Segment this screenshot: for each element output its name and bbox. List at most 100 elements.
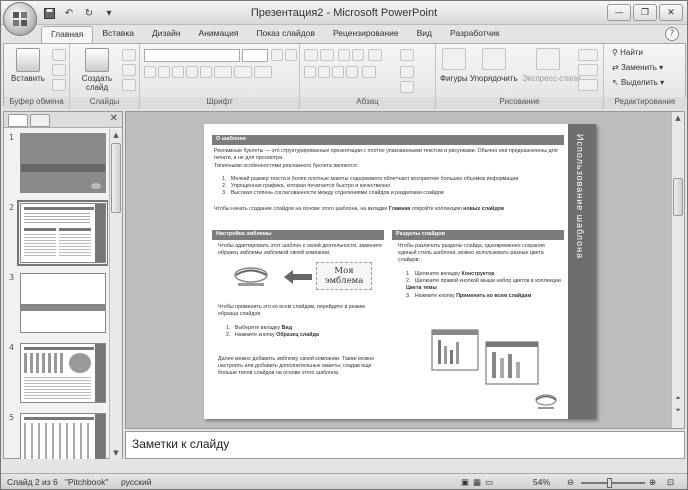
shape-outline-icon[interactable]: [578, 64, 598, 76]
tab-review[interactable]: Рецензирование: [324, 26, 408, 43]
zoom-out-icon[interactable]: ⊖: [567, 477, 574, 488]
arrange-icon[interactable]: [482, 48, 506, 70]
tab-insert[interactable]: Вставка: [93, 26, 143, 43]
slide-sorter-icon[interactable]: ▦: [473, 477, 481, 488]
line-spacing-icon[interactable]: [368, 49, 382, 61]
decrease-indent-icon[interactable]: [338, 49, 350, 61]
align-text-icon[interactable]: [400, 66, 414, 78]
thumbnail-2[interactable]: 2: [4, 200, 108, 266]
paste-button[interactable]: Вставить: [10, 48, 46, 83]
copy-icon[interactable]: [52, 64, 66, 76]
arrange-button[interactable]: Упорядочить: [470, 74, 518, 83]
font-size-combo[interactable]: [242, 49, 268, 62]
select-button[interactable]: ↖ Выделить ▾: [612, 78, 664, 87]
scroll-up-icon[interactable]: ▲: [110, 129, 122, 141]
delete-slide-icon[interactable]: [122, 79, 136, 91]
justify-icon[interactable]: [346, 66, 358, 78]
shapes-button[interactable]: Фигуры: [440, 74, 468, 83]
quick-styles-icon[interactable]: [536, 48, 560, 70]
notes-pane[interactable]: Заметки к слайду: [125, 431, 685, 459]
shrink-font-icon[interactable]: [285, 49, 297, 61]
zoom-level[interactable]: 54%: [533, 477, 550, 487]
slideshow-icon[interactable]: ▭: [485, 477, 493, 488]
columns-icon[interactable]: [362, 66, 376, 78]
thumbnail-3[interactable]: 3: [4, 271, 108, 333]
thumbnails-scrollbar[interactable]: ▲ ▼: [109, 129, 122, 459]
slide-scrollbar[interactable]: ▲ ⏶ ⏷: [671, 112, 684, 428]
slide-scroll-thumb[interactable]: [673, 178, 683, 216]
paragraph-group-label: Абзац: [300, 97, 435, 109]
thumbnail-4[interactable]: 4: [4, 341, 108, 403]
section-slides-steps: 1. Щелкните вкладку Конструктор 2. Щелкн…: [406, 271, 561, 299]
tab-home[interactable]: Главная: [41, 26, 94, 43]
smartart-icon[interactable]: [400, 81, 414, 93]
shapes-gallery[interactable]: [442, 48, 466, 70]
thumbnail-1[interactable]: 1: [4, 131, 108, 193]
close-button[interactable]: ✕: [659, 4, 683, 21]
current-slide[interactable]: Использование шаблона О шаблоне Рекламны…: [204, 124, 596, 419]
align-left-icon[interactable]: [304, 66, 316, 78]
replace-button[interactable]: ⇄ Заменить ▾: [612, 63, 663, 72]
quick-styles-button[interactable]: Экспресс-стили: [522, 74, 581, 83]
prev-slide-icon[interactable]: ⏶: [672, 392, 684, 404]
grow-font-icon[interactable]: [271, 49, 283, 61]
close-pane-icon[interactable]: ✕: [110, 113, 118, 124]
binoculars-icon: ⚲: [612, 48, 621, 57]
section-emblem-footer: Далее можно добавить эмблему своей компа…: [218, 356, 375, 377]
help-icon[interactable]: ?: [665, 27, 679, 41]
my-emblem-placeholder[interactable]: Моя эмблема: [316, 262, 372, 290]
maximize-button[interactable]: ❐: [633, 4, 657, 21]
scrollbar-thumb[interactable]: [111, 143, 121, 213]
slides-pane: ✕ 1 2 3 4 5 ▲ ▼: [3, 111, 123, 459]
outline-tab-icon[interactable]: [30, 114, 50, 127]
align-right-icon[interactable]: [332, 66, 344, 78]
find-button[interactable]: ⚲ Найти: [612, 48, 643, 57]
format-painter-icon[interactable]: [52, 79, 66, 91]
bold-icon[interactable]: [144, 66, 156, 78]
font-color-icon[interactable]: [254, 66, 272, 78]
numbering-icon[interactable]: [320, 49, 334, 61]
reset-icon[interactable]: [122, 64, 136, 76]
font-name-combo[interactable]: [144, 49, 240, 62]
spacing-icon[interactable]: [214, 66, 232, 78]
change-case-icon[interactable]: [234, 66, 252, 78]
bullets-icon[interactable]: [304, 49, 318, 61]
slides-tab-icon[interactable]: [8, 114, 28, 127]
scroll-down-icon[interactable]: ▼: [110, 447, 122, 459]
shadow-icon[interactable]: [200, 66, 212, 78]
layout-icon[interactable]: [122, 49, 136, 61]
fit-to-window-icon[interactable]: ⊡: [667, 477, 674, 488]
editing-group-label: Редактирование: [604, 97, 686, 109]
tab-animation[interactable]: Анимация: [190, 26, 248, 43]
zoom-in-icon[interactable]: ⊕: [649, 477, 656, 488]
section-slides-text: Чтобы различать разделы слайда, одноврем…: [398, 243, 545, 264]
underline-icon[interactable]: [172, 66, 184, 78]
language-indicator[interactable]: русский: [121, 477, 152, 487]
align-center-icon[interactable]: [318, 66, 330, 78]
new-slide-icon: [85, 48, 109, 72]
tab-slideshow[interactable]: Показ слайдов: [247, 26, 324, 43]
cut-icon[interactable]: [52, 49, 66, 61]
zoom-slider-knob[interactable]: [607, 478, 612, 488]
slide-scroll-up-icon[interactable]: ▲: [672, 112, 684, 124]
text-direction-icon[interactable]: [400, 49, 414, 61]
shape-fill-icon[interactable]: [578, 49, 598, 61]
zoom-slider[interactable]: [581, 482, 645, 484]
tab-view[interactable]: Вид: [408, 26, 441, 43]
font-group-label: Шрифт: [140, 97, 299, 109]
tab-design[interactable]: Дизайн: [143, 26, 190, 43]
status-bar: Слайд 2 из 6 "Pitchbook" русский ▣ ▦ ▭ 5…: [1, 473, 687, 489]
italic-icon[interactable]: [158, 66, 170, 78]
normal-view-icon[interactable]: ▣: [461, 477, 469, 488]
slide-samples-illustration-icon: [431, 329, 539, 385]
next-slide-icon[interactable]: ⏷: [672, 404, 684, 416]
strikethrough-icon[interactable]: [186, 66, 198, 78]
shape-effects-icon[interactable]: [578, 79, 598, 91]
office-button[interactable]: [3, 2, 37, 36]
section-emblem-steps: 1. Выберите вкладку Вид 2. Нажмите кнопк…: [226, 325, 319, 339]
tab-developer[interactable]: Разработчик: [441, 26, 509, 43]
increase-indent-icon[interactable]: [352, 49, 364, 61]
new-slide-button[interactable]: Создать слайд: [76, 48, 118, 92]
thumbnail-5[interactable]: 5: [4, 411, 108, 459]
minimize-button[interactable]: —: [607, 4, 631, 21]
